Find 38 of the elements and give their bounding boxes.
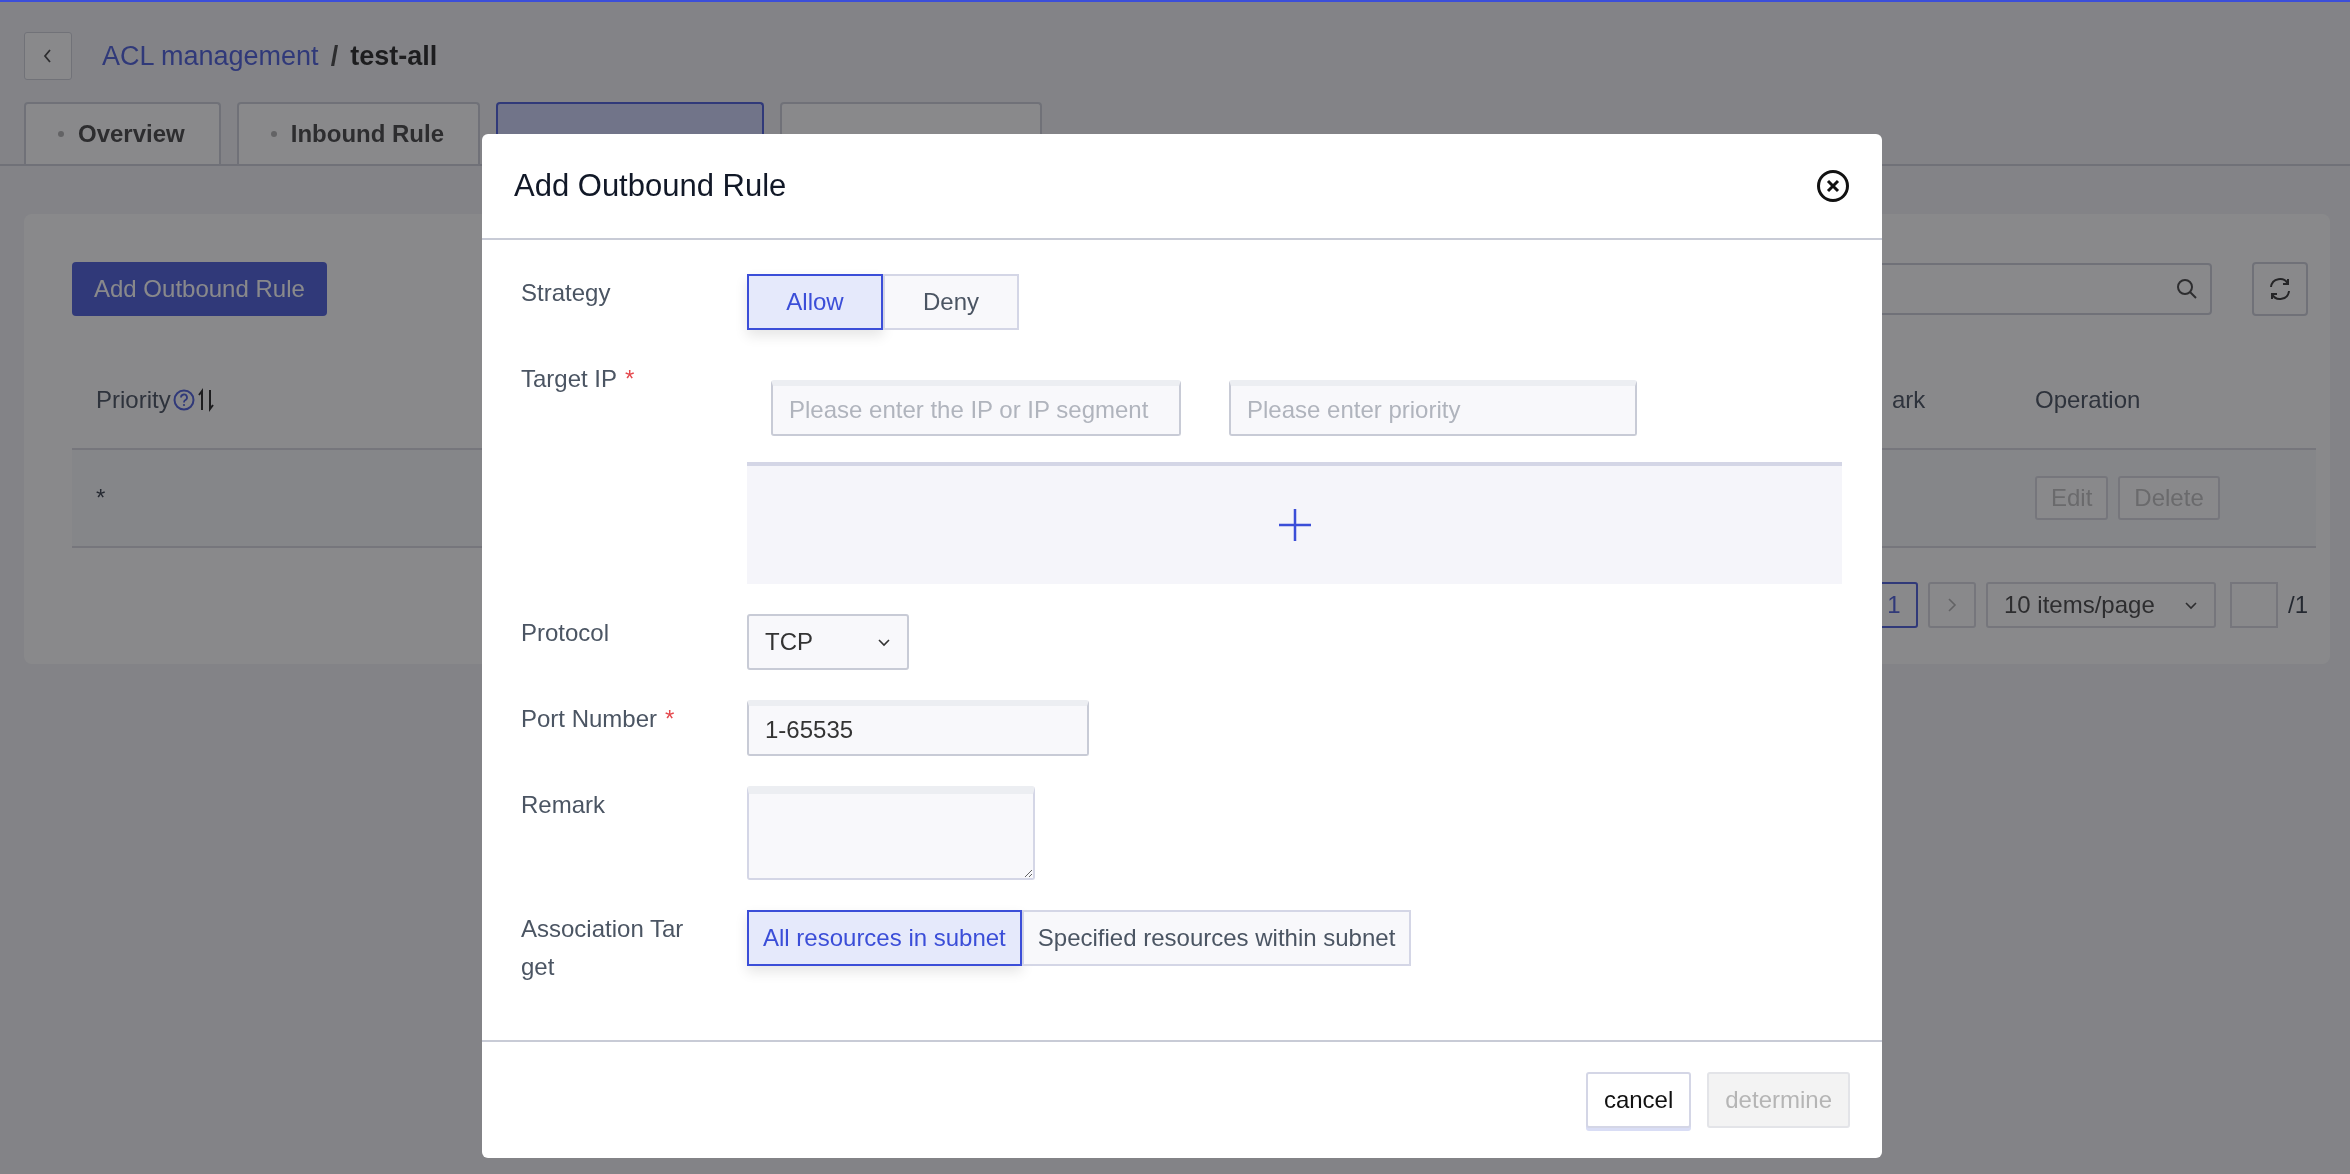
- association-option[interactable]: Specified resources within subnet: [1021, 910, 1412, 966]
- page-size-select[interactable]: 10 items/page: [1986, 582, 2216, 628]
- tab[interactable]: Overview: [24, 102, 221, 164]
- required-mark: *: [625, 364, 635, 394]
- breadcrumb-current: test-all: [350, 40, 438, 72]
- refresh-icon: [2267, 277, 2293, 301]
- breadcrumb-link[interactable]: ACL management: [102, 40, 319, 72]
- column-header: Priority: [96, 386, 171, 414]
- ip-input-field[interactable]: Please enter the IP or IP segment: [771, 380, 1181, 436]
- chevron-right-icon: [1947, 597, 1957, 613]
- association-option[interactable]: All resources in subnet: [747, 910, 1022, 966]
- table-cell: *: [96, 484, 106, 512]
- field-label: Protocol: [521, 618, 610, 648]
- column-header: Operation: [2035, 386, 2141, 414]
- field-label: Association Target: [521, 914, 685, 982]
- close-button[interactable]: [1816, 169, 1850, 203]
- port-input-field[interactable]: 1-65535: [747, 700, 1089, 756]
- add-rule-button[interactable]: Add Outbound Rule: [72, 262, 327, 316]
- required-mark: *: [665, 704, 675, 734]
- plus-icon: [1276, 507, 1313, 543]
- field-label: Remark: [521, 790, 605, 820]
- priority-input-field[interactable]: Please enter priority: [1229, 380, 1637, 436]
- sort-icon[interactable]: [196, 388, 215, 412]
- field-label: Port Number: [521, 704, 658, 734]
- tab[interactable]: Inbound Rule: [236, 102, 481, 164]
- refresh-button[interactable]: [2252, 262, 2308, 316]
- cancel-button[interactable]: cancel: [1585, 1072, 1692, 1128]
- breadcrumb-separator: /: [330, 40, 339, 72]
- strategy-option[interactable]: Deny: [883, 274, 1019, 330]
- dialog-title: Add Outbound Rule: [514, 168, 787, 204]
- field-label: Strategy: [521, 278, 611, 308]
- protocol-select[interactable]: TCP: [747, 614, 909, 670]
- search-icon: [2176, 278, 2198, 300]
- field-label: Target IP: [521, 364, 618, 394]
- page-total: /1: [2288, 591, 2308, 619]
- strategy-option[interactable]: Allow: [747, 274, 883, 330]
- help-icon: [172, 389, 195, 411]
- column-header: ark: [1892, 386, 1926, 414]
